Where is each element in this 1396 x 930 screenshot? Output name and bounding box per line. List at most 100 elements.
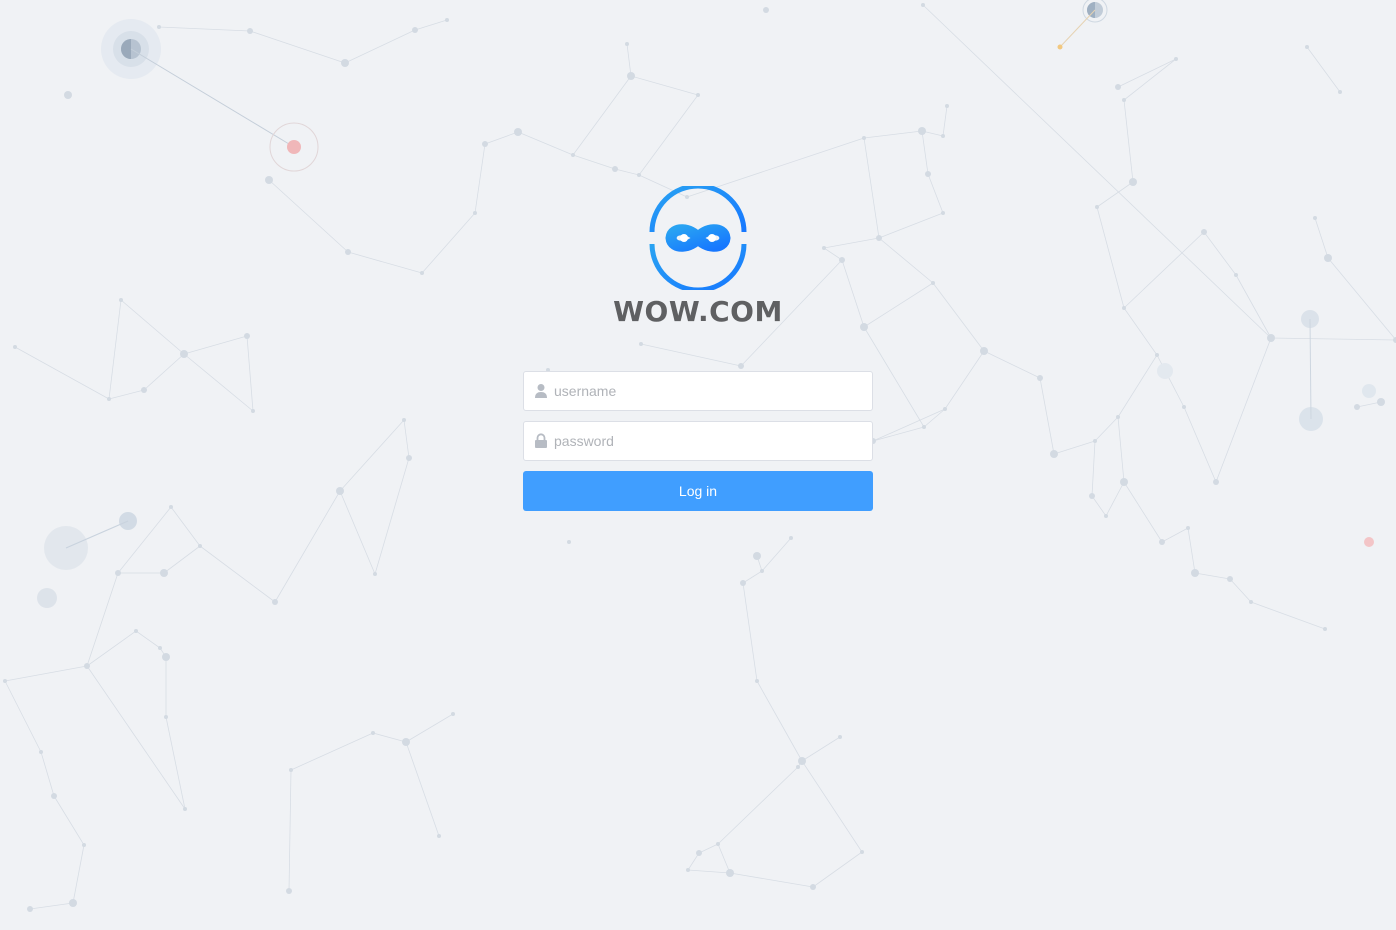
network-link (4, 665, 88, 682)
network-link (1091, 440, 1096, 497)
network-link (135, 630, 161, 649)
network-link (1117, 416, 1125, 483)
network-node (1120, 478, 1128, 486)
network-node (1093, 439, 1097, 443)
network-node (1313, 216, 1317, 220)
network-link (72, 844, 85, 904)
network-link (339, 419, 405, 492)
network-node (943, 407, 947, 411)
network-link (108, 299, 122, 400)
network-node (980, 347, 988, 355)
network-link (1161, 527, 1189, 543)
network-node (119, 298, 123, 302)
network-link (108, 389, 145, 400)
network-link (761, 537, 792, 572)
network-link (40, 751, 55, 797)
network-node (941, 211, 945, 215)
network-node (141, 387, 147, 393)
network-node (1095, 205, 1099, 209)
network-link (288, 769, 292, 892)
network-link (944, 350, 985, 410)
network-link (1123, 99, 1134, 183)
network-node (1305, 45, 1309, 49)
network-link (249, 30, 346, 64)
network-node (1129, 178, 1137, 186)
network-node (336, 487, 344, 495)
network-link (1215, 337, 1272, 483)
network-link (372, 732, 407, 743)
network-link (414, 19, 448, 31)
network-node (1155, 353, 1159, 357)
network-node (1050, 450, 1058, 458)
username-field[interactable] (523, 371, 873, 411)
network-link (517, 131, 574, 156)
network-node (198, 544, 202, 548)
network-link (572, 154, 616, 170)
network-link (474, 143, 486, 214)
network-node (164, 715, 168, 719)
network-node (1122, 98, 1126, 102)
network-node (571, 153, 575, 157)
network-link (923, 408, 946, 428)
network-node (1191, 569, 1199, 577)
network-link (922, 4, 1272, 339)
network-link (1094, 416, 1119, 442)
network-node (1122, 306, 1126, 310)
network-link (1053, 440, 1096, 455)
network-link (1091, 495, 1107, 517)
logo-area: WOW.COM (523, 186, 873, 330)
network-node (251, 409, 255, 413)
network-node (1338, 90, 1342, 94)
network-link (339, 490, 376, 575)
network-node (162, 653, 170, 661)
network-node (612, 166, 618, 172)
network-link (626, 43, 632, 77)
network-link (1229, 578, 1252, 603)
network-link (942, 105, 948, 137)
network-node (27, 906, 33, 912)
network-node (789, 536, 793, 540)
network-node (345, 249, 351, 255)
password-field[interactable] (523, 421, 873, 461)
network-node (373, 572, 377, 576)
network-node (627, 72, 635, 80)
network-node (1037, 375, 1043, 381)
network-link (717, 843, 731, 874)
network-link (1117, 354, 1158, 418)
network-node (860, 850, 864, 854)
network-link (1194, 572, 1231, 580)
network-node (286, 888, 292, 894)
network-link (1235, 274, 1272, 339)
network-node (798, 757, 806, 765)
network-node (84, 663, 90, 669)
network-node (740, 580, 746, 586)
network-link (1270, 337, 1396, 341)
network-link (932, 282, 985, 352)
network-link (742, 570, 763, 584)
network-node (931, 281, 935, 285)
network-link (29, 902, 74, 910)
network-link (86, 630, 137, 667)
brand-name: WOW.COM (613, 295, 783, 328)
network-link (863, 130, 923, 139)
network-link (1096, 206, 1125, 309)
network-node (838, 735, 842, 739)
network-link (86, 572, 119, 667)
network-link (1123, 481, 1163, 543)
network-link (199, 545, 276, 603)
network-link (729, 872, 814, 888)
username-input[interactable] (554, 372, 864, 410)
network-link (120, 299, 185, 355)
network-node (180, 350, 188, 358)
network-link (53, 795, 85, 846)
network-node (64, 91, 72, 99)
login-button[interactable]: Log in (523, 471, 873, 511)
password-input[interactable] (554, 422, 864, 460)
network-link (170, 506, 201, 547)
network-node (925, 171, 931, 177)
network-node (482, 141, 488, 147)
network-node (625, 42, 629, 46)
network-node (420, 271, 424, 275)
network-link (14, 346, 110, 400)
network-node (945, 104, 949, 108)
